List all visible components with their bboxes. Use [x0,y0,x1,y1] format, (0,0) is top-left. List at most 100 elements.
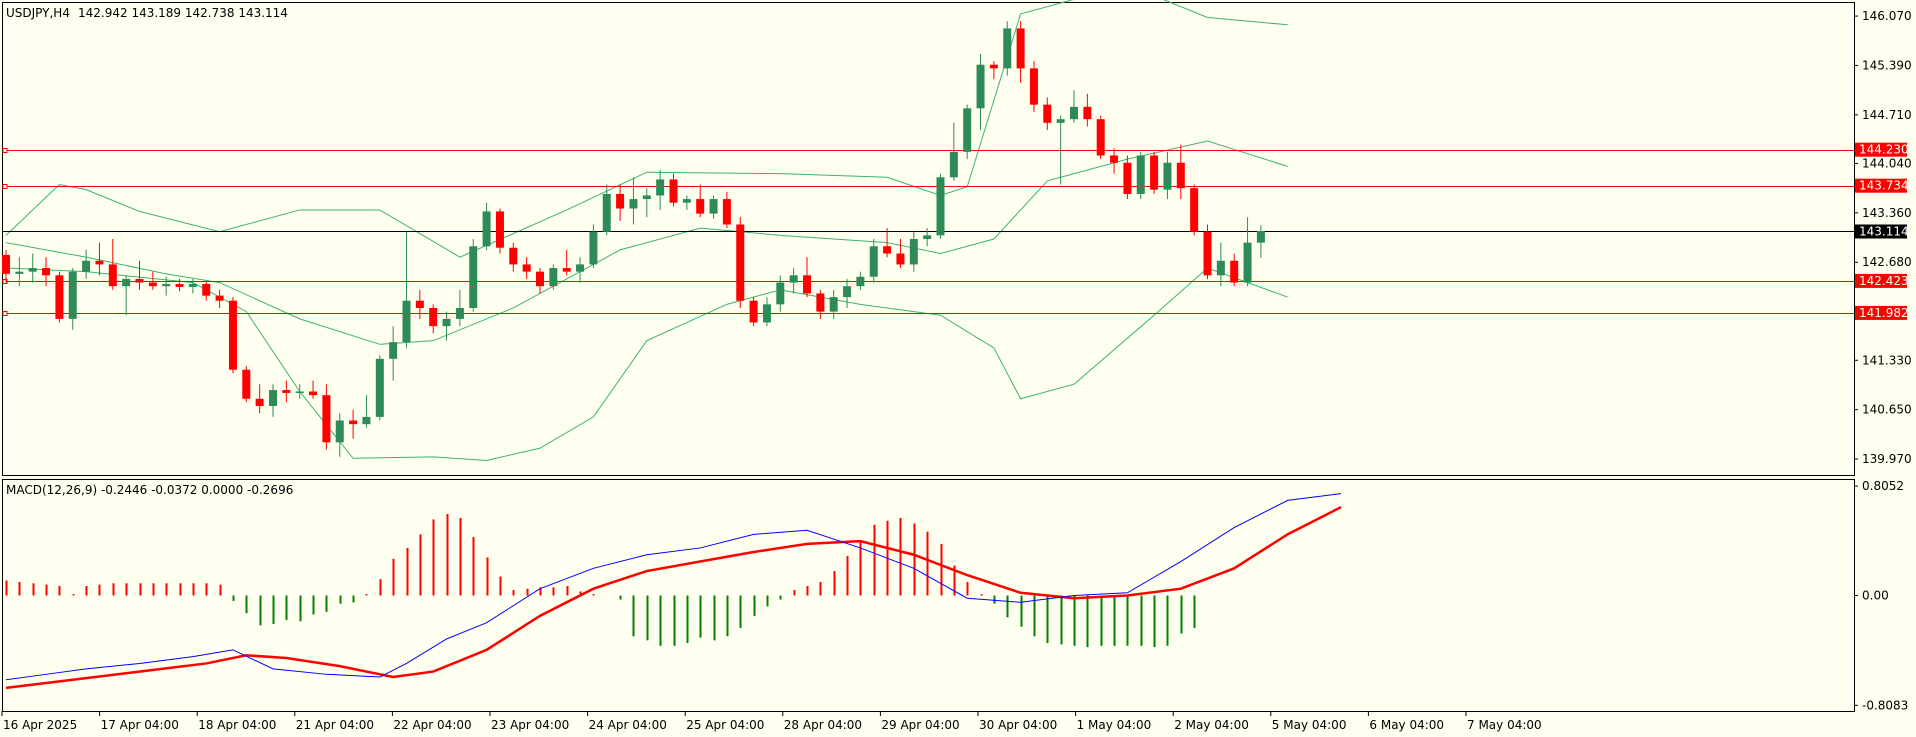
price-tick-label: 140.650 [1862,403,1912,417]
level-tag-label: 144.230 [1859,143,1909,157]
candle-body [923,235,932,239]
time-tick-label: 6 May 04:00 [1369,718,1444,732]
symbol-label: USDJPY,H4 [6,6,70,20]
candle-body [976,64,985,109]
bollinger-lower [5,267,1288,461]
price-tick-label: 145.390 [1862,58,1912,72]
candle-body [709,199,718,214]
macd-histogram [5,513,1196,648]
price-tick-label: 142.680 [1862,255,1912,269]
candle-body [616,193,625,209]
price-tick-label: 146.070 [1862,9,1912,23]
candle-body [1003,28,1012,69]
candle-body [509,247,518,265]
candle-body [282,390,291,393]
candle-body [909,239,918,265]
candle-body [869,246,878,277]
candle-body [295,391,304,393]
candle-body [415,300,424,308]
candle-body [562,268,571,272]
candle-body [1150,155,1159,190]
candle-body [602,193,611,232]
candles [2,21,1265,457]
level-handle-1 [2,184,8,189]
time-tick-label: 1 May 04:00 [1077,718,1152,732]
candle-body [1029,68,1038,105]
candle-body [1096,119,1105,156]
time-tick-label: 25 Apr 04:00 [686,718,764,732]
candle-body [389,342,398,359]
candle-body [362,416,371,425]
candle-body [175,284,184,287]
candle-body [255,398,264,407]
candle-body [843,286,852,298]
candle-body [803,275,811,294]
candle-body [162,284,171,287]
level-handle-0 [2,148,8,153]
price-tick-label: 144.040 [1862,156,1912,170]
candle-body [148,282,157,287]
candle-body [1136,155,1145,194]
current-price-tag-label: 143.114 [1859,225,1909,239]
candle-body [696,199,705,214]
candle-body [1176,162,1185,189]
candle-body [1016,28,1025,69]
candle-body [1163,162,1172,190]
price-axis[interactable]: 146.070 145.390 144.710 144.040 143.360 142.6… [1854,9,1912,712]
price-tick-label: 141.330 [1862,353,1912,367]
candle-body [495,211,504,248]
candle-body [122,278,131,287]
macd-tick-label: 0.00 [1862,589,1889,603]
macd-tick-label: 0.8052 [1862,479,1904,493]
candle-body [1256,231,1265,243]
candle-body [135,278,144,283]
candle-body [108,264,117,287]
candle-body [188,284,197,287]
candle-body [322,395,331,443]
candle-body [1083,106,1092,120]
macd-label: MACD(12,26,9) -0.2446 -0.0372 0.0000 -0.… [6,483,293,497]
candle-body [896,253,905,265]
bollinger-upper [5,0,1288,258]
candle-body [682,199,691,203]
candle-body [335,420,344,443]
candle-body [1216,260,1225,276]
candle-body [749,300,758,323]
candle-body [963,108,972,152]
time-tick-label: 21 Apr 04:00 [296,718,374,732]
candle-body [1203,231,1212,276]
candle-body [656,179,665,196]
level-handle-3 [2,311,8,316]
candle-body [269,390,277,407]
time-tick-label: 5 May 04:00 [1272,718,1347,732]
candle-body [762,304,771,323]
candle-body [215,295,224,301]
candle-body [202,284,211,296]
horizontal-levels[interactable] [2,148,1854,316]
ohlc-label: 142.942 143.189 142.738 143.114 [78,6,288,20]
candle-body [736,224,745,301]
time-tick-label: 2 May 04:00 [1174,718,1249,732]
time-axis[interactable]: 16 Apr 2025 17 Apr 04:00 18 Apr 04:00 21 Ap… [1,711,1542,732]
price-tick-label: 144.710 [1862,108,1912,122]
candle-body [549,268,558,287]
time-tick-label: 24 Apr 04:00 [589,718,667,732]
level-tag-label: 142.423 [1859,274,1909,288]
time-tick-label: 29 Apr 04:00 [881,718,959,732]
macd-tick-label: -0.8083 [1862,698,1908,712]
candle-body [242,369,251,399]
trading-chart[interactable]: USDJPY,H4 142.942 143.189 142.738 143.11… [0,0,1916,737]
time-tick-label: 17 Apr 04:00 [101,718,179,732]
candle-body [829,297,838,312]
candle-body [949,151,958,178]
price-tick-label: 143.360 [1862,206,1912,220]
candle-body [309,391,318,396]
candle-body [816,293,825,312]
candle-body [1043,104,1052,123]
candle-body [228,300,237,370]
candle-body [1123,162,1132,194]
candle-body [522,264,531,272]
candle-body [883,246,892,254]
candle-body [349,420,358,425]
candle-body [469,246,478,308]
